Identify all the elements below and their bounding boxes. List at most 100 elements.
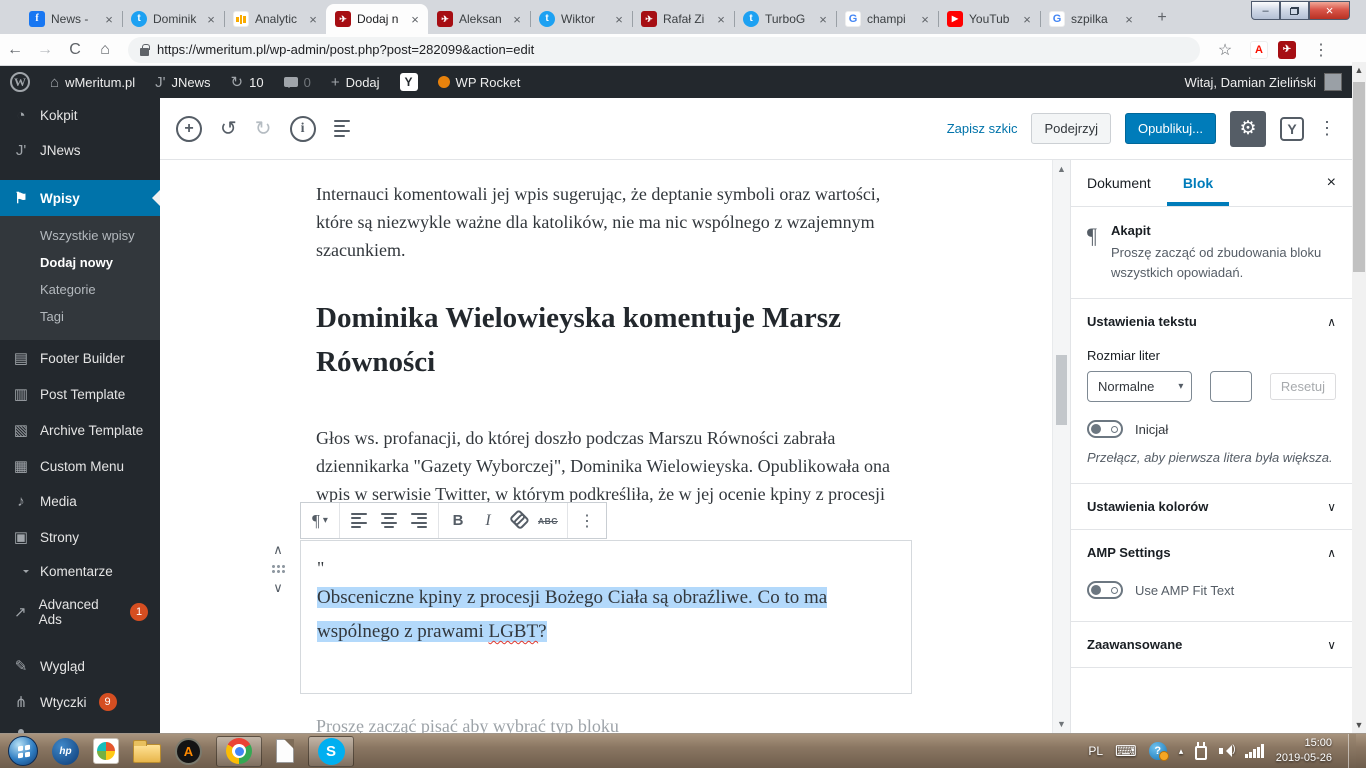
tab-dominik[interactable]: t Dominik × (122, 4, 224, 34)
page-scrollbar[interactable]: ▲ ▼ (1352, 62, 1366, 733)
close-icon[interactable]: × (612, 12, 626, 27)
sidebar-item-kokpit[interactable]: ◔ Kokpit (0, 98, 160, 133)
sidebar-item-post-template[interactable]: ▥ Post Template (0, 376, 160, 412)
bookmark-star-icon[interactable]: ☆ (1210, 40, 1240, 60)
close-icon[interactable]: × (714, 12, 728, 27)
jnews-menu[interactable]: J' JNews (145, 66, 220, 98)
help-tray-icon[interactable]: ? (1149, 742, 1167, 760)
scroll-down-icon[interactable]: ▼ (1352, 720, 1366, 730)
submenu-kategorie[interactable]: Kategorie (0, 276, 160, 303)
add-block-icon[interactable]: + (176, 116, 202, 142)
close-icon[interactable]: × (510, 12, 524, 27)
tab-youtube[interactable]: ▶ YouTub × (938, 4, 1040, 34)
more-options-icon[interactable]: ⋮ (1318, 118, 1336, 139)
advanced-header[interactable]: Zaawansowane ∨ (1071, 622, 1352, 667)
tab-aleksan[interactable]: ✈ Aleksan × (428, 4, 530, 34)
photo-viewer-icon[interactable] (93, 738, 119, 764)
font-size-input[interactable] (1210, 371, 1251, 402)
start-button[interactable] (8, 736, 38, 766)
scroll-up-icon[interactable]: ▲ (1352, 65, 1366, 75)
aimp-icon[interactable]: A (175, 738, 202, 765)
page-scrollbar-thumb[interactable] (1353, 82, 1365, 272)
clock[interactable]: 15:00 2019-05-26 (1276, 736, 1332, 766)
sidebar-item-wyglad[interactable]: ✎ Wygląd (0, 648, 160, 684)
home-icon[interactable]: ⌂ (90, 41, 120, 59)
sidebar-item-custom-menu[interactable]: ▦ Custom Menu (0, 448, 160, 484)
italic-button[interactable]: I (473, 506, 503, 536)
explorer-icon[interactable] (133, 744, 161, 763)
tab-dokument[interactable]: Dokument (1071, 160, 1167, 206)
close-icon[interactable]: × (1020, 12, 1034, 27)
sidebar-item-strony[interactable]: ▣ Strony (0, 519, 160, 555)
sidebar-item-media[interactable]: ♪ Media (0, 484, 160, 519)
close-panel-icon[interactable]: × (1311, 174, 1352, 192)
site-menu[interactable]: ⌂ wMeritum.pl (40, 66, 145, 98)
editor-canvas[interactable]: Internauci komentowali jej wpis sugerują… (160, 160, 1052, 733)
hp-app-icon[interactable]: hp (52, 738, 79, 765)
submenu-tagi[interactable]: Tagi (0, 303, 160, 330)
tab-rafal[interactable]: ✈ Rafał Zi × (632, 4, 734, 34)
wmeritum-extension-icon[interactable]: ✈ (1278, 41, 1296, 59)
move-up-icon[interactable]: ∧ (273, 542, 283, 558)
settings-gear-button[interactable]: ⚙ (1230, 111, 1266, 147)
undo-icon[interactable]: ↺ (220, 116, 237, 141)
redo-icon[interactable]: ↻ (255, 116, 272, 141)
sidebar-item-archive-template[interactable]: ▧ Archive Template (0, 412, 160, 448)
restore-button[interactable] (1280, 1, 1309, 20)
tab-dodaj-active[interactable]: ✈ Dodaj n × (326, 4, 428, 34)
sidebar-item-wpisy[interactable]: ⚑ Wpisy (0, 180, 160, 216)
submenu-wszystkie-wpisy[interactable]: Wszystkie wpisy (0, 222, 160, 249)
editor-scrollbar[interactable]: ▲ ▼ (1052, 160, 1070, 733)
language-indicator[interactable]: PL (1088, 744, 1103, 758)
paragraph-type-button[interactable]: ¶ ▾ (305, 506, 335, 536)
drag-handle-icon[interactable] (271, 564, 285, 574)
font-size-select[interactable]: Normalne ▾ (1087, 371, 1192, 402)
tab-analytics[interactable]: Analytic × (224, 4, 326, 34)
amp-settings-header[interactable]: AMP Settings ∧ (1071, 530, 1352, 575)
minimize-button[interactable]: – (1251, 1, 1280, 20)
comments-menu[interactable]: 0 (274, 66, 321, 98)
text-settings-header[interactable]: Ustawienia tekstu ∧ (1071, 299, 1352, 344)
move-down-icon[interactable]: ∨ (273, 580, 283, 596)
tab-blok[interactable]: Blok (1167, 160, 1229, 206)
close-icon[interactable]: × (102, 12, 116, 27)
keyboard-icon[interactable]: ⌨ (1115, 742, 1137, 760)
tab-szpilka[interactable]: G szpilka × (1040, 4, 1142, 34)
close-icon[interactable]: × (408, 12, 422, 27)
power-plug-icon[interactable] (1195, 746, 1207, 760)
strikethrough-button[interactable]: ABC (533, 506, 563, 536)
tab-wiktor[interactable]: t Wiktor × (530, 4, 632, 34)
block-more-icon[interactable]: ⋮ (572, 506, 602, 536)
forward-icon[interactable]: → (30, 41, 60, 59)
sidebar-item-advanced-ads[interactable]: ↗ Advanced Ads 1 (0, 588, 160, 636)
reset-button[interactable]: Resetuj (1270, 373, 1336, 400)
block-appender-placeholder[interactable]: Proszę zacząć pisać aby wybrać typ bloku (316, 716, 896, 733)
new-content-menu[interactable]: + Dodaj (321, 66, 390, 98)
skype-task-button[interactable]: S (308, 736, 354, 767)
bold-button[interactable]: B (443, 506, 473, 536)
close-icon[interactable]: × (306, 12, 320, 27)
publish-button[interactable]: Opublikuj... (1125, 113, 1216, 144)
drop-cap-toggle[interactable] (1087, 420, 1123, 438)
new-tab-button[interactable]: + (1150, 7, 1174, 31)
paragraph-block[interactable]: Internauci komentowali jej wpis sugerują… (316, 180, 896, 264)
close-icon[interactable]: × (816, 12, 830, 27)
close-icon[interactable]: × (204, 12, 218, 27)
network-signal-icon[interactable] (1245, 744, 1264, 758)
info-icon[interactable]: i (290, 116, 316, 142)
scroll-up-icon[interactable]: ▲ (1053, 164, 1070, 174)
close-window-button[interactable]: × (1309, 1, 1350, 20)
yoast-icon[interactable]: Y (1280, 117, 1304, 141)
tab-champi[interactable]: G champi × (836, 4, 938, 34)
color-settings-header[interactable]: Ustawienia kolorów ∨ (1071, 484, 1352, 529)
wp-rocket-menu[interactable]: WP Rocket (428, 66, 531, 98)
acrobat-extension-icon[interactable]: A (1250, 41, 1268, 59)
close-icon[interactable]: × (918, 12, 932, 27)
reload-icon[interactable]: C (60, 41, 90, 59)
browser-menu-icon[interactable]: ⋮ (1306, 40, 1336, 60)
address-bar[interactable]: https://wmeritum.pl/wp-admin/post.php?po… (128, 37, 1200, 63)
align-right-button[interactable] (404, 506, 434, 536)
outline-icon[interactable] (334, 120, 350, 137)
sidebar-item-jnews[interactable]: J' JNews (0, 133, 160, 168)
account-menu[interactable]: Witaj, Damian Zieliński (1185, 73, 1352, 91)
